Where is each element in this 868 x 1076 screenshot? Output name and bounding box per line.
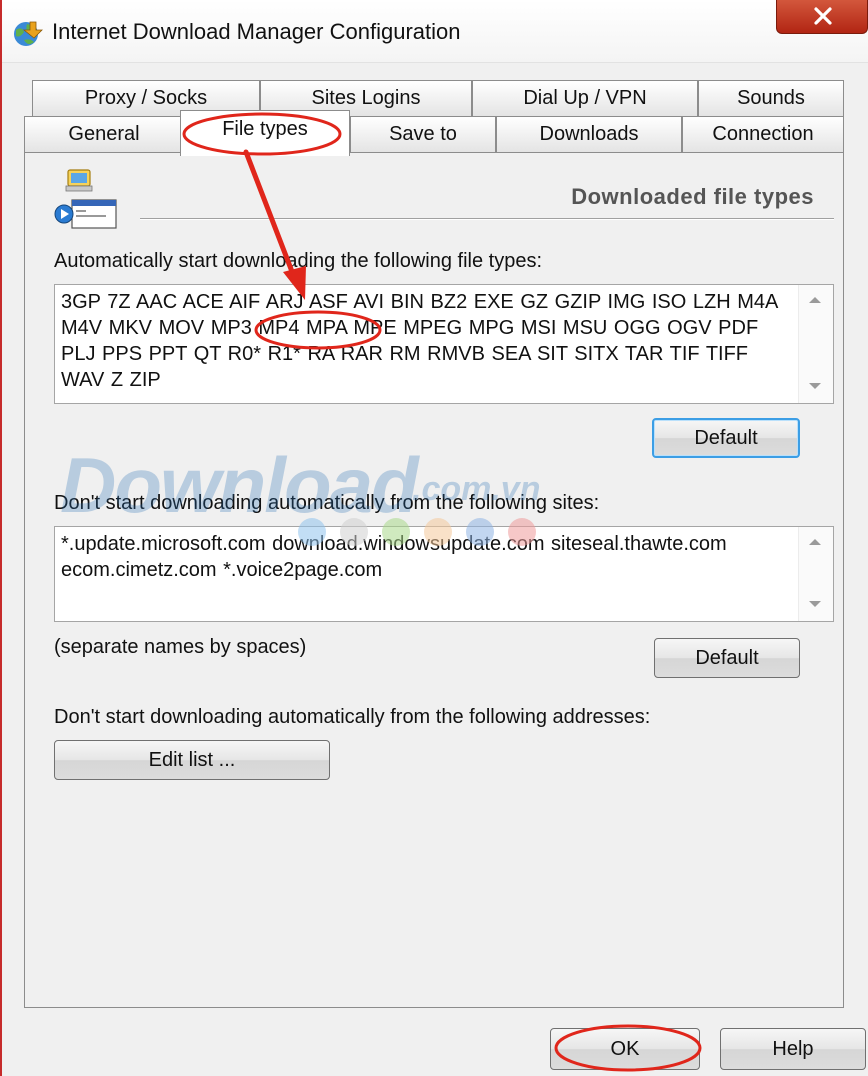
scroll-down-icon[interactable] <box>809 383 821 389</box>
scroll-down-icon[interactable] <box>809 601 821 607</box>
sites-text: *.update.microsoft.com download.windowsu… <box>61 533 727 581</box>
addresses-label: Don't start downloading automatically fr… <box>54 706 651 728</box>
close-icon <box>814 7 832 25</box>
file-types-label: Automatically start downloading the foll… <box>54 250 543 272</box>
file-types-default-button[interactable]: Default <box>652 418 800 458</box>
sites-textarea[interactable]: *.update.microsoft.com download.windowsu… <box>54 526 834 622</box>
ok-button[interactable]: OK <box>550 1028 700 1070</box>
idm-globe-icon <box>14 21 43 46</box>
sites-label: Don't start downloading automatically fr… <box>54 492 600 514</box>
tab-connection[interactable]: Connection <box>682 116 844 152</box>
section-header: Downloaded file types <box>571 184 814 209</box>
file-types-text: 3GP 7Z AAC ACE AIF ARJ ASF AVI BIN BZ2 E… <box>61 291 778 391</box>
header-divider <box>140 218 834 220</box>
window-title: Internet Download Manager Configuration <box>52 19 461 44</box>
sites-scrollbar[interactable] <box>798 527 833 621</box>
file-types-textarea[interactable]: 3GP 7Z AAC ACE AIF ARJ ASF AVI BIN BZ2 E… <box>54 284 834 404</box>
file-types-icon <box>54 169 117 229</box>
edit-list-button[interactable]: Edit list ... <box>54 740 330 780</box>
config-window: Internet Download Manager Configuration … <box>0 0 868 1076</box>
scroll-up-icon[interactable] <box>809 297 821 303</box>
tab-save-to[interactable]: Save to <box>350 116 496 152</box>
tab-downloads[interactable]: Downloads <box>496 116 682 152</box>
tab-file-types[interactable]: File types <box>180 110 350 156</box>
close-button[interactable] <box>776 0 868 34</box>
tab-dial-up-vpn[interactable]: Dial Up / VPN <box>472 80 698 116</box>
sites-hint: (separate names by spaces) <box>54 636 307 658</box>
file-types-scrollbar[interactable] <box>798 285 833 403</box>
tab-general[interactable]: General <box>24 116 184 152</box>
tab-sounds[interactable]: Sounds <box>698 80 844 116</box>
title-bar: Internet Download Manager Configuration <box>2 0 868 63</box>
sites-default-button[interactable]: Default <box>654 638 800 678</box>
help-button[interactable]: Help <box>720 1028 866 1070</box>
scroll-up-icon[interactable] <box>809 539 821 545</box>
